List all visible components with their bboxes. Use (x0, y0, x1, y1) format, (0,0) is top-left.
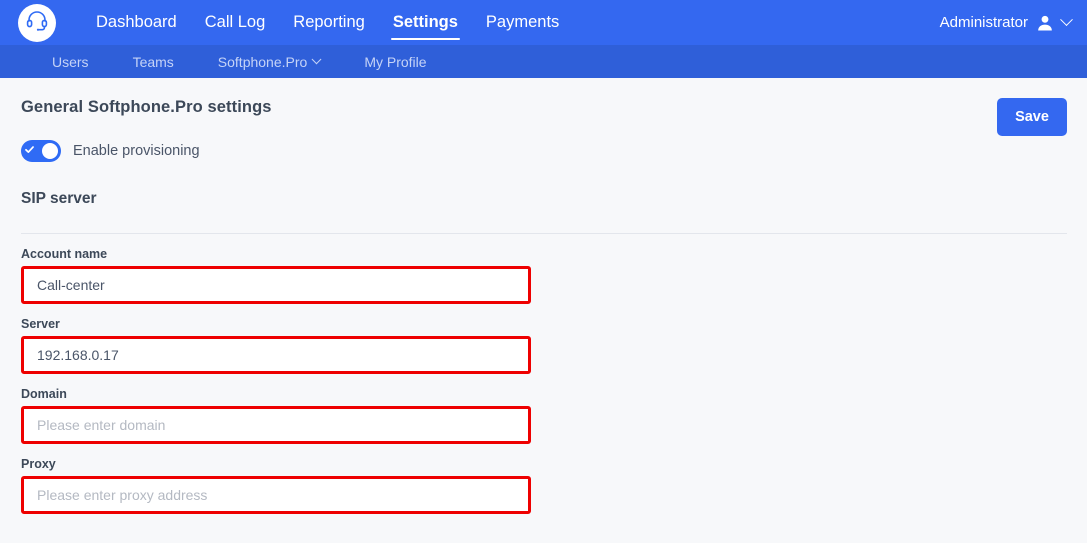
headset-icon (25, 8, 49, 37)
subnav-item-my-profile[interactable]: My Profile (342, 54, 448, 70)
field-proxy: Proxy (21, 457, 1067, 514)
save-button[interactable]: Save (997, 98, 1067, 136)
nav-item-payments[interactable]: Payments (472, 0, 573, 45)
subnav-item-teams[interactable]: Teams (111, 54, 196, 70)
enable-provisioning-row: Enable provisioning (21, 140, 1067, 162)
nav-label: Reporting (293, 13, 365, 32)
field-label: Account name (21, 247, 108, 261)
section-title-sip-server: SIP server (21, 190, 97, 207)
domain-input[interactable] (21, 406, 531, 444)
page-title: General Softphone.Pro settings (21, 98, 272, 116)
account-label: Administrator (939, 14, 1028, 31)
subnav-label: Softphone.Pro (217, 53, 308, 70)
main-content: General Softphone.Pro settings Save Enab… (0, 78, 1087, 514)
field-domain: Domain (21, 387, 1067, 444)
main-nav: Dashboard Call Log Reporting Settings Pa… (82, 0, 573, 45)
toggle-knob (42, 143, 58, 159)
account-name-input[interactable] (21, 266, 531, 304)
nav-label: Settings (392, 13, 458, 32)
subnav-label: My Profile (364, 53, 427, 70)
person-icon (1035, 13, 1055, 33)
field-label: Server (21, 317, 60, 331)
enable-provisioning-toggle[interactable] (21, 140, 61, 162)
app-logo[interactable] (18, 3, 56, 42)
top-header: Dashboard Call Log Reporting Settings Pa… (0, 0, 1087, 45)
section-divider (21, 233, 1067, 234)
field-account-name: Account name (21, 247, 1067, 304)
chevron-down-icon (311, 54, 322, 65)
field-label: Domain (21, 387, 67, 401)
check-icon (24, 142, 35, 160)
nav-item-reporting[interactable]: Reporting (279, 0, 379, 45)
nav-label: Dashboard (96, 13, 177, 32)
nav-item-dashboard[interactable]: Dashboard (82, 0, 191, 45)
nav-label: Call Log (204, 13, 266, 32)
field-server: Server (21, 317, 1067, 374)
subnav-item-softphone-pro[interactable]: Softphone.Pro (196, 54, 343, 70)
nav-item-settings[interactable]: Settings (379, 0, 472, 45)
proxy-input[interactable] (21, 476, 531, 514)
server-input[interactable] (21, 336, 531, 374)
subnav-label: Users (52, 53, 89, 70)
nav-item-call-log[interactable]: Call Log (191, 0, 280, 45)
account-menu[interactable]: Administrator (939, 0, 1073, 45)
nav-label: Payments (485, 13, 560, 32)
subnav-label: Teams (132, 53, 174, 70)
subnav-item-users[interactable]: Users (30, 54, 111, 70)
enable-provisioning-label: Enable provisioning (73, 143, 200, 159)
chevron-down-icon (1060, 13, 1073, 27)
sub-nav: Users Teams Softphone.Pro My Profile (0, 45, 1087, 78)
field-label: Proxy (21, 457, 56, 471)
